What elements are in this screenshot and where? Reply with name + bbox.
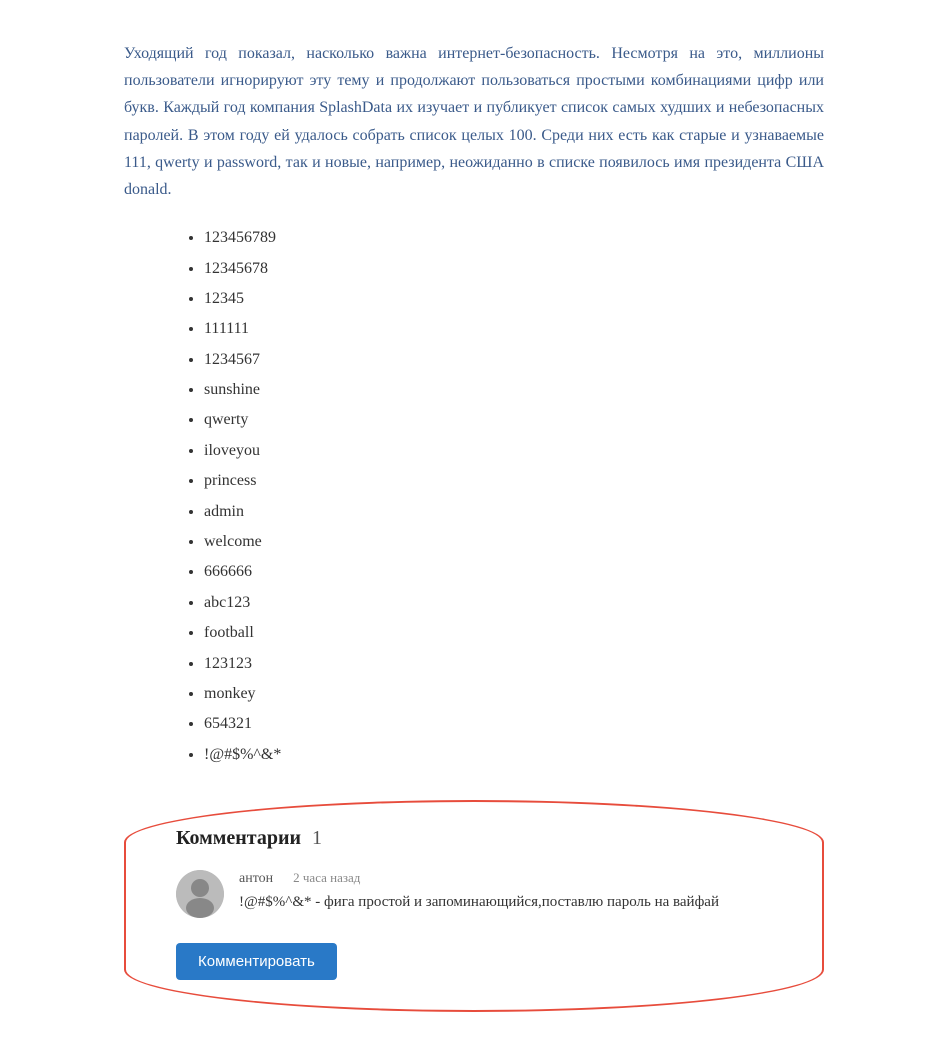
- list-item: 123456789: [204, 223, 824, 253]
- comments-heading: Комментарии: [176, 827, 301, 849]
- list-item: welcome: [204, 527, 824, 557]
- main-container: Уходящий год показал, насколько важна ин…: [84, 20, 864, 1032]
- comment-time: 2 часа назад: [293, 870, 360, 886]
- list-item: princess: [204, 466, 824, 496]
- comment-text: !@#$%^&* - фига простой и запоминающийся…: [239, 891, 772, 914]
- comment-content: антон 2 часа назад !@#$%^&* - фига прост…: [239, 870, 772, 914]
- comments-count: 1: [312, 827, 322, 849]
- list-item: 12345: [204, 284, 824, 314]
- comment-meta: антон 2 часа назад: [239, 870, 772, 887]
- comment-item: антон 2 часа назад !@#$%^&* - фига прост…: [176, 870, 772, 918]
- comments-title: Комментарии 1: [176, 827, 772, 850]
- list-item: 123123: [204, 649, 824, 679]
- list-item: 12345678: [204, 254, 824, 284]
- list-item: 654321: [204, 709, 824, 739]
- avatar: [176, 870, 224, 918]
- article-paragraph: Уходящий год показал, насколько важна ин…: [124, 40, 824, 203]
- comment-author: антон: [239, 871, 273, 887]
- list-item: admin: [204, 497, 824, 527]
- list-item: sunshine: [204, 375, 824, 405]
- list-item: football: [204, 618, 824, 648]
- list-item: 666666: [204, 557, 824, 587]
- list-item: 111111: [204, 314, 824, 344]
- list-item: qwerty: [204, 405, 824, 435]
- list-item: abc123: [204, 588, 824, 618]
- list-item: 1234567: [204, 345, 824, 375]
- password-list: 12345678912345678123451111111234567sunsh…: [124, 223, 824, 770]
- comment-button[interactable]: Комментировать: [176, 943, 337, 980]
- list-item: monkey: [204, 679, 824, 709]
- comments-section: Комментарии 1 антон 2 часа назад !@#$%^&…: [124, 800, 824, 1012]
- list-item: !@#$%^&*: [204, 740, 824, 770]
- list-item: iloveyou: [204, 436, 824, 466]
